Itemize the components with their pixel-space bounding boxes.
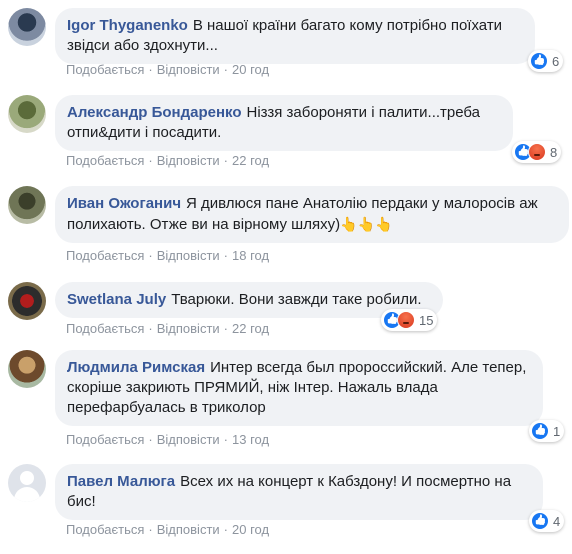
like-reaction-icon	[531, 512, 549, 530]
comment-actions: Подобається · Відповісти · 22 год	[66, 153, 269, 168]
reaction-count: 6	[552, 53, 560, 69]
angry-reaction-icon	[528, 143, 546, 161]
default-avatar-icon	[20, 471, 34, 485]
reply-link[interactable]: Відповісти	[157, 153, 220, 168]
reply-link[interactable]: Відповісти	[157, 522, 220, 537]
reaction-count: 1	[553, 423, 561, 439]
separator: ·	[148, 153, 153, 168]
reaction-summary[interactable]: 6	[528, 50, 564, 72]
separator: ·	[223, 432, 229, 447]
comment-time[interactable]: 22 год	[232, 153, 269, 168]
comment-author[interactable]: Иван Ожоганич	[67, 195, 181, 212]
comment-author[interactable]: Igor Thyganenko	[67, 17, 188, 34]
separator: ·	[223, 522, 229, 537]
reply-link[interactable]: Відповісти	[157, 321, 220, 336]
like-link[interactable]: Подобається	[66, 432, 144, 447]
avatar[interactable]	[8, 464, 46, 502]
comment-actions: Подобається · Відповісти · 20 год	[66, 522, 269, 537]
like-link[interactable]: Подобається	[66, 153, 144, 168]
like-link[interactable]: Подобається	[66, 321, 144, 336]
comment-bubble: Иван Ожоганич Я дивлюся пане Анатолію пер…	[55, 186, 569, 243]
separator: ·	[148, 321, 153, 336]
like-link[interactable]: Подобається	[66, 248, 144, 263]
comment-author[interactable]: Павел Малюга	[67, 473, 175, 490]
reaction-count: 8	[550, 144, 558, 160]
comment-actions: Подобається · Відповісти · 13 год	[66, 432, 269, 447]
comment-author[interactable]: Swetlana July	[67, 291, 166, 308]
avatar[interactable]	[8, 95, 46, 133]
separator: ·	[148, 62, 153, 77]
comment-time[interactable]: 20 год	[232, 62, 269, 77]
comment-text: Тварюки. Вони завжди таке робили.	[171, 291, 422, 308]
like-reaction-icon	[530, 52, 548, 70]
reaction-summary[interactable]: 8	[512, 141, 562, 163]
comment-bubble: Igor Thyganenko В нашої країни багато ком…	[55, 8, 535, 64]
reply-link[interactable]: Відповісти	[157, 248, 220, 263]
separator: ·	[223, 153, 229, 168]
comment-actions: Подобається · Відповісти · 18 год	[66, 248, 269, 263]
pointing-up-emoji: 👆👆👆	[340, 216, 393, 232]
reaction-summary[interactable]: 1	[529, 420, 565, 442]
separator: ·	[148, 248, 153, 263]
like-reaction-icon	[531, 422, 549, 440]
avatar[interactable]	[8, 8, 46, 46]
reaction-summary[interactable]: 4	[529, 510, 565, 532]
separator: ·	[223, 62, 229, 77]
comment-author[interactable]: Александр Бондаренко	[67, 104, 242, 121]
reply-link[interactable]: Відповісти	[157, 62, 220, 77]
reply-link[interactable]: Відповісти	[157, 432, 220, 447]
comment-bubble: Павел Малюга Всех их на концерт к Кабздон…	[55, 464, 543, 520]
separator: ·	[148, 432, 153, 447]
separator: ·	[223, 321, 229, 336]
separator: ·	[148, 522, 153, 537]
comment-time[interactable]: 20 год	[232, 522, 269, 537]
like-link[interactable]: Подобається	[66, 62, 144, 77]
avatar[interactable]	[8, 350, 46, 388]
comment-bubble: Александр Бондаренко Ніззя забороняти і п…	[55, 95, 513, 151]
reaction-summary[interactable]: 15	[381, 309, 438, 331]
comment-time[interactable]: 22 год	[232, 321, 269, 336]
comment-actions: Подобається · Відповісти · 22 год	[66, 321, 269, 336]
comment-actions: Подобається · Відповісти · 20 год	[66, 62, 269, 77]
comment-time[interactable]: 18 год	[232, 248, 269, 263]
separator: ·	[223, 248, 229, 263]
comment-bubble: Людмила Римская Интер всегда был проросси…	[55, 350, 543, 426]
reaction-count: 15	[419, 312, 434, 328]
avatar[interactable]	[8, 282, 46, 320]
reaction-count: 4	[553, 513, 561, 529]
avatar[interactable]	[8, 186, 46, 224]
comment-time[interactable]: 13 год	[232, 432, 269, 447]
comment-author[interactable]: Людмила Римская	[67, 359, 205, 376]
like-link[interactable]: Подобається	[66, 522, 144, 537]
angry-reaction-icon	[397, 311, 415, 329]
